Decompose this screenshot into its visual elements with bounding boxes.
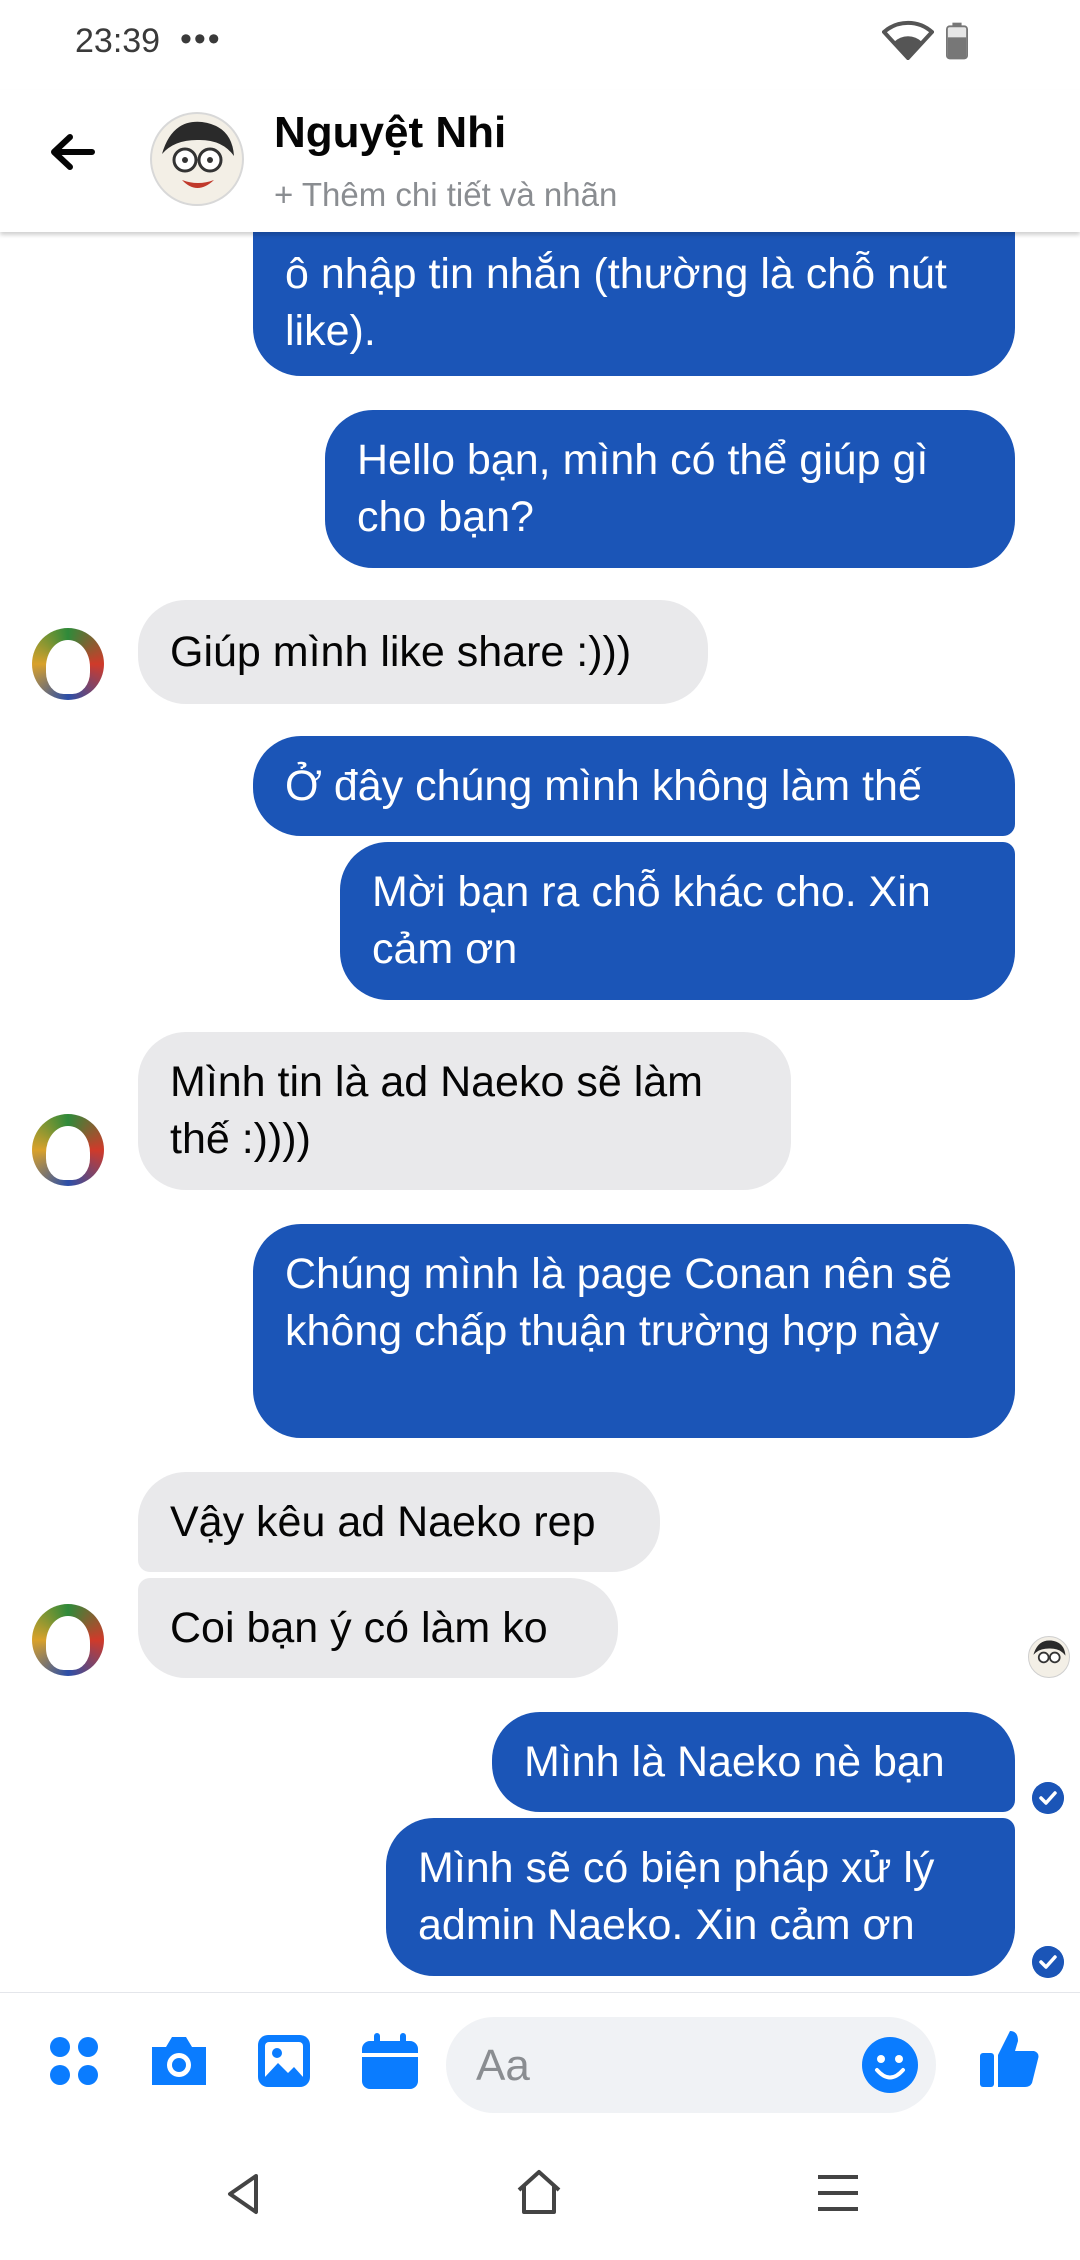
nav-menu-icon[interactable] [816, 2174, 860, 2212]
message-text: Hello bạn, mình có thể giúp gì cho bạn? [357, 436, 929, 541]
contact-avatar[interactable] [150, 112, 244, 206]
message-text: Mình sẽ có biện pháp xử lý admin Naeko. … [418, 1844, 935, 1949]
avatar-illustration [162, 121, 234, 188]
message-text: Giúp mình like share :))) [170, 628, 632, 676]
message-text: Mình tin là ad Naeko sẽ làm thế :)))) [170, 1058, 703, 1163]
composer-bar: Aa [0, 1992, 1080, 2143]
emoji-icon[interactable] [860, 2035, 920, 2095]
message-text: Mình là Naeko nè bạn [524, 1738, 945, 1786]
message-input-placeholder: Aa [476, 2041, 530, 2090]
status-dots: ••• [180, 20, 222, 58]
message-text: Coi bạn ý có làm ko [170, 1604, 548, 1652]
contact-name[interactable]: Nguyệt Nhi [274, 108, 506, 158]
peer-avatar[interactable] [32, 1604, 104, 1676]
message-bubble[interactable]: Coi bạn ý có làm ko [138, 1578, 618, 1678]
like-icon[interactable] [978, 2027, 1042, 2091]
system-nav-bar [0, 2142, 1080, 2260]
add-details-link[interactable]: + Thêm chi tiết và nhãn [274, 176, 617, 214]
message-text: Ở đây chúng mình không làm thế [285, 762, 922, 810]
seen-avatar [1028, 1636, 1070, 1678]
peer-avatar[interactable] [32, 1114, 104, 1186]
calendar-icon[interactable] [360, 2033, 420, 2091]
message-text: Mời bạn ra chỗ khác cho. Xin cảm ơn [372, 868, 931, 973]
message-bubble[interactable]: Mời bạn ra chỗ khác cho. Xin cảm ơn [340, 842, 1015, 1000]
nav-back-icon[interactable] [224, 2172, 260, 2216]
message-text: Chúng mình là page Conan nên sẽ không ch… [285, 1250, 952, 1355]
message-text: ô nhập tin nhắn (thường là chỗ nút like)… [285, 250, 947, 355]
message-bubble[interactable]: Ở đây chúng mình không làm thế [253, 736, 1015, 836]
camera-icon[interactable] [148, 2033, 210, 2089]
message-text: Vậy kêu ad Naeko rep [170, 1498, 596, 1546]
conversation-header: Nguyệt Nhi + Thêm chi tiết và nhãn [0, 90, 1080, 232]
message-bubble[interactable]: Mình tin là ad Naeko sẽ làm thế :)))) [138, 1032, 791, 1190]
message-bubble[interactable]: Vậy kêu ad Naeko rep [138, 1472, 660, 1572]
message-input[interactable]: Aa [446, 2017, 936, 2113]
menu-grid-icon[interactable] [46, 2033, 102, 2089]
peer-avatar[interactable] [32, 628, 104, 700]
message-bubble[interactable]: Hello bạn, mình có thể giúp gì cho bạn? [325, 410, 1015, 568]
message-bubble[interactable]: Mình là Naeko nè bạn [492, 1712, 1015, 1812]
message-bubble[interactable]: Chúng mình là page Conan nên sẽ không ch… [253, 1224, 1015, 1438]
delivered-check-icon [1032, 1782, 1064, 1814]
message-bubble[interactable]: Giúp mình like share :))) [138, 600, 708, 704]
battery-icon [946, 22, 968, 60]
message-bubble[interactable]: Mình sẽ có biện pháp xử lý admin Naeko. … [386, 1818, 1015, 1976]
wifi-icon [882, 20, 934, 60]
back-arrow-icon[interactable] [48, 132, 96, 172]
status-bar: 23:39 ••• [0, 0, 1080, 90]
nav-home-icon[interactable] [514, 2168, 564, 2216]
status-time: 23:39 [75, 22, 161, 60]
delivered-check-icon [1032, 1946, 1064, 1978]
seen-avatar-illustration [1033, 1640, 1066, 1664]
image-icon[interactable] [256, 2033, 312, 2089]
message-bubble[interactable]: ô nhập tin nhắn (thường là chỗ nút like)… [253, 210, 1015, 376]
